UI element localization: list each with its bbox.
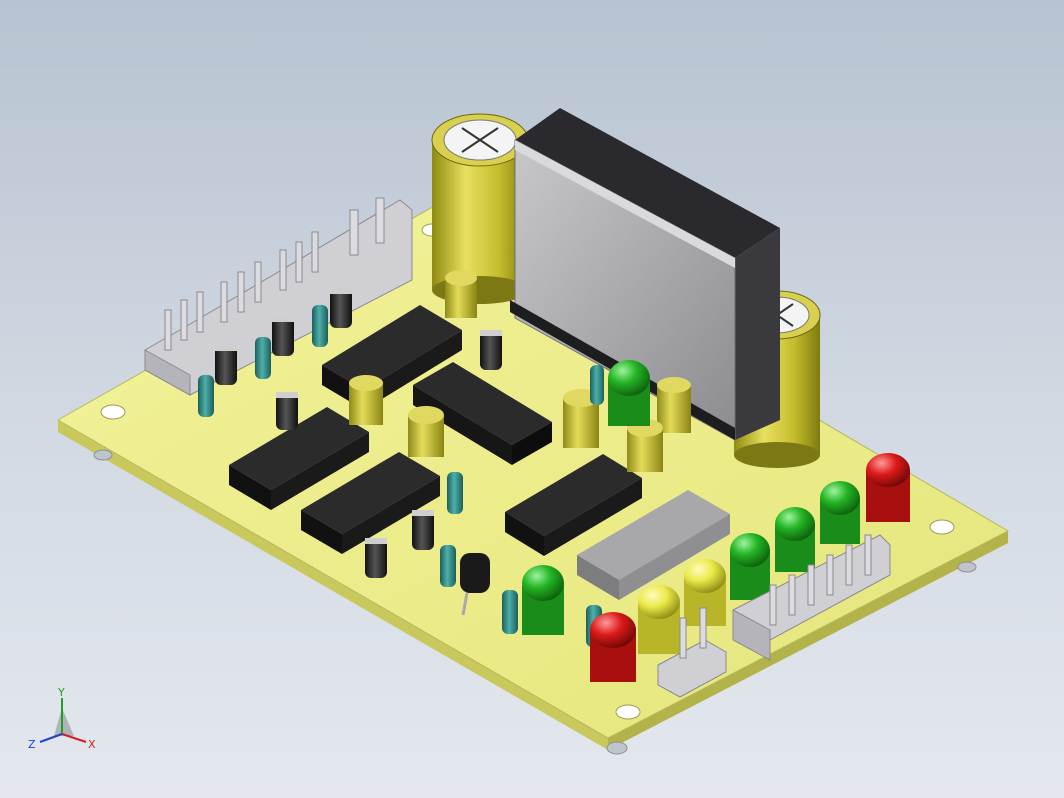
diode	[412, 510, 434, 550]
cad-viewport[interactable]: Y X Z	[0, 0, 1064, 798]
small-capacitor	[657, 377, 691, 433]
resistor	[312, 305, 328, 347]
small-capacitor	[445, 270, 477, 318]
small-capacitor	[627, 419, 663, 472]
resistor	[590, 365, 604, 405]
diode	[330, 288, 352, 328]
diode	[272, 316, 294, 356]
pcb-3d-model[interactable]	[0, 0, 1064, 798]
diode	[480, 330, 502, 370]
small-capacitor	[349, 375, 383, 425]
y-axis-label: Y	[57, 686, 65, 699]
x-axis-line	[61, 733, 87, 743]
led-green	[608, 360, 650, 426]
diode	[365, 538, 387, 578]
led-red	[866, 453, 910, 522]
resistor	[502, 590, 518, 634]
led-green	[730, 533, 770, 600]
axis-triad-graphic: Y X Z	[28, 686, 96, 751]
resistor	[255, 337, 271, 379]
led-green	[820, 481, 860, 544]
diode	[276, 392, 298, 430]
view-orientation-triad[interactable]: Y X Z	[24, 684, 114, 764]
z-axis-line	[39, 733, 63, 743]
resistor	[198, 375, 214, 417]
led-red	[590, 612, 636, 682]
led-green	[522, 565, 564, 635]
diode	[215, 345, 237, 385]
led-green	[775, 507, 815, 572]
led-yellow	[638, 585, 680, 654]
resistor	[447, 472, 463, 514]
resistor	[440, 545, 456, 587]
z-axis-label: Z	[28, 738, 36, 751]
x-axis-label: X	[88, 738, 96, 751]
small-capacitor	[408, 406, 444, 457]
